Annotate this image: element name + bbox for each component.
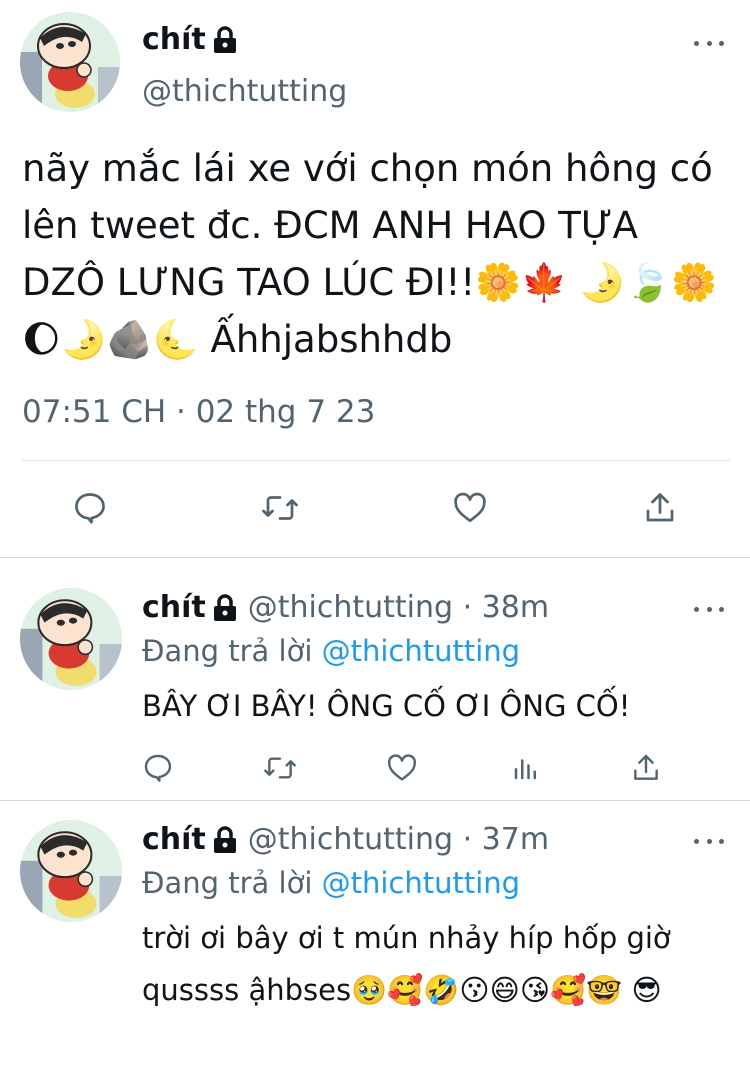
display-name-text: chít	[142, 22, 206, 57]
section-divider	[0, 557, 750, 558]
lock-icon	[212, 25, 238, 54]
like-icon[interactable]	[448, 488, 492, 528]
more-icon[interactable]	[694, 38, 724, 48]
retweet-icon[interactable]	[258, 488, 302, 528]
mention-link[interactable]: @thichtutting	[322, 634, 520, 668]
display-name[interactable]: chít	[142, 22, 238, 57]
reply-header: chít @thichtutting · 38m	[142, 590, 549, 625]
display-name[interactable]: chít	[142, 822, 238, 857]
more-icon[interactable]	[694, 604, 724, 614]
reply-icon[interactable]	[70, 488, 110, 528]
replying-to: Đang trả lời @thichtutting	[142, 866, 520, 900]
divider	[22, 460, 730, 461]
handle-and-time[interactable]: @thichtutting · 37m	[248, 822, 549, 857]
display-name-text: chít	[142, 590, 206, 625]
avatar[interactable]	[20, 12, 120, 112]
section-divider	[0, 800, 750, 801]
main-tweet: chít @thichtutting nãy mắc lái xe với ch…	[0, 0, 750, 558]
timestamp[interactable]: 07:51 CH · 02 thg 7 23	[22, 394, 375, 430]
reply-header: chít @thichtutting · 37m	[142, 822, 549, 857]
more-icon[interactable]	[694, 836, 724, 846]
retweet-icon[interactable]	[260, 750, 300, 786]
replying-prefix: Đang trả lời	[142, 866, 313, 900]
share-icon[interactable]	[628, 750, 664, 786]
avatar[interactable]	[20, 820, 122, 922]
display-name-text: chít	[142, 822, 206, 857]
reply-text: BÂY ƠI BÂY! ÔNG CỐ ƠI ÔNG CỐ!	[142, 689, 631, 723]
like-icon[interactable]	[384, 750, 420, 786]
tweet-text: nãy mắc lái xe với chọn món hông có lên …	[22, 147, 718, 361]
avatar[interactable]	[20, 588, 122, 690]
display-name[interactable]: chít	[142, 590, 238, 625]
mention-link[interactable]: @thichtutting	[322, 866, 520, 900]
share-icon[interactable]	[638, 488, 682, 528]
analytics-icon[interactable]	[508, 750, 544, 786]
lock-icon	[212, 825, 238, 854]
handle-and-time[interactable]: @thichtutting · 38m	[248, 590, 549, 625]
lock-icon	[212, 593, 238, 622]
replying-to: Đang trả lời @thichtutting	[142, 634, 520, 668]
replying-prefix: Đang trả lời	[142, 634, 313, 668]
handle[interactable]: @thichtutting	[142, 74, 347, 109]
reply-icon[interactable]	[140, 750, 176, 786]
reply-text: trời ơi bây ơi t mún nhảy híp hốp giờ qu…	[142, 921, 671, 1007]
